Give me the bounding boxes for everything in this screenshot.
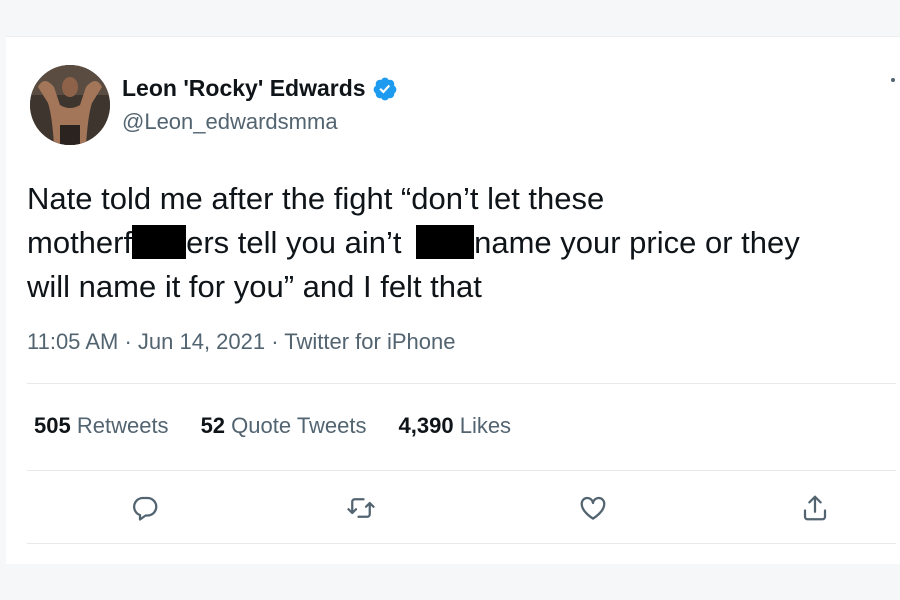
retweet-button[interactable] — [344, 491, 378, 525]
divider — [27, 470, 896, 471]
retweet-icon — [347, 498, 375, 518]
meta-separator: · — [265, 329, 285, 354]
avatar-photo — [30, 65, 110, 145]
quote-tweets-stat[interactable]: 52 Quote Tweets — [201, 413, 367, 439]
likes-label: Likes — [459, 413, 512, 438]
share-icon — [803, 495, 827, 521]
tweet-meta: 11:05 AM · Jun 14, 2021 · Twitter for iP… — [27, 329, 455, 355]
tweet-source[interactable]: Twitter for iPhone — [284, 329, 455, 354]
tweet-text-line-2: motherf ers tell you ain’t name your pric… — [27, 221, 897, 265]
quote-tweets-label: Quote Tweets — [231, 413, 367, 438]
author-name-row: Leon 'Rocky' Edwards — [122, 75, 398, 102]
redaction-bar — [416, 225, 475, 259]
tweet-text-line-3: will name it for you” and I felt that — [27, 269, 482, 304]
more-options-icon[interactable] — [890, 77, 896, 97]
tweet-text-line-1: Nate told me after the fight “don’t let … — [27, 181, 605, 216]
avatar[interactable] — [30, 65, 110, 145]
tweet-text-segment: ers tell you ain’t — [186, 225, 411, 260]
likes-stat[interactable]: 4,390 Likes — [399, 413, 512, 439]
redaction-bar — [132, 225, 187, 259]
tweet-time[interactable]: 11:05 AM — [27, 329, 118, 354]
reply-button[interactable] — [128, 491, 162, 525]
tweet-actions — [6, 491, 900, 531]
heart-icon — [580, 496, 606, 520]
tweet-card: Leon 'Rocky' Edwards @Leon_edwardsmma Na… — [6, 36, 900, 564]
divider — [27, 543, 896, 544]
meta-separator: · — [118, 329, 138, 354]
tweet-text: Nate told me after the fight “don’t let … — [27, 177, 897, 309]
share-button[interactable] — [798, 491, 832, 525]
retweets-count: 505 — [34, 413, 71, 438]
author-handle[interactable]: @Leon_edwardsmma — [122, 109, 338, 135]
tweet-text-segment: name your price or they — [474, 225, 800, 260]
retweets-label: Retweets — [76, 413, 169, 438]
like-button[interactable] — [576, 491, 610, 525]
tweet-date[interactable]: Jun 14, 2021 — [138, 329, 265, 354]
tweet-stats: 505 Retweets 52 Quote Tweets 4,390 Likes — [34, 413, 543, 439]
divider — [27, 383, 896, 384]
likes-count: 4,390 — [398, 413, 454, 438]
quote-tweets-count: 52 — [200, 413, 226, 438]
verified-badge-icon — [373, 77, 396, 100]
author-display-name[interactable]: Leon 'Rocky' Edwards — [122, 75, 366, 102]
retweets-stat[interactable]: 505 Retweets — [34, 413, 169, 439]
tweet-text-segment: motherf — [27, 225, 133, 260]
reply-icon — [133, 496, 158, 521]
